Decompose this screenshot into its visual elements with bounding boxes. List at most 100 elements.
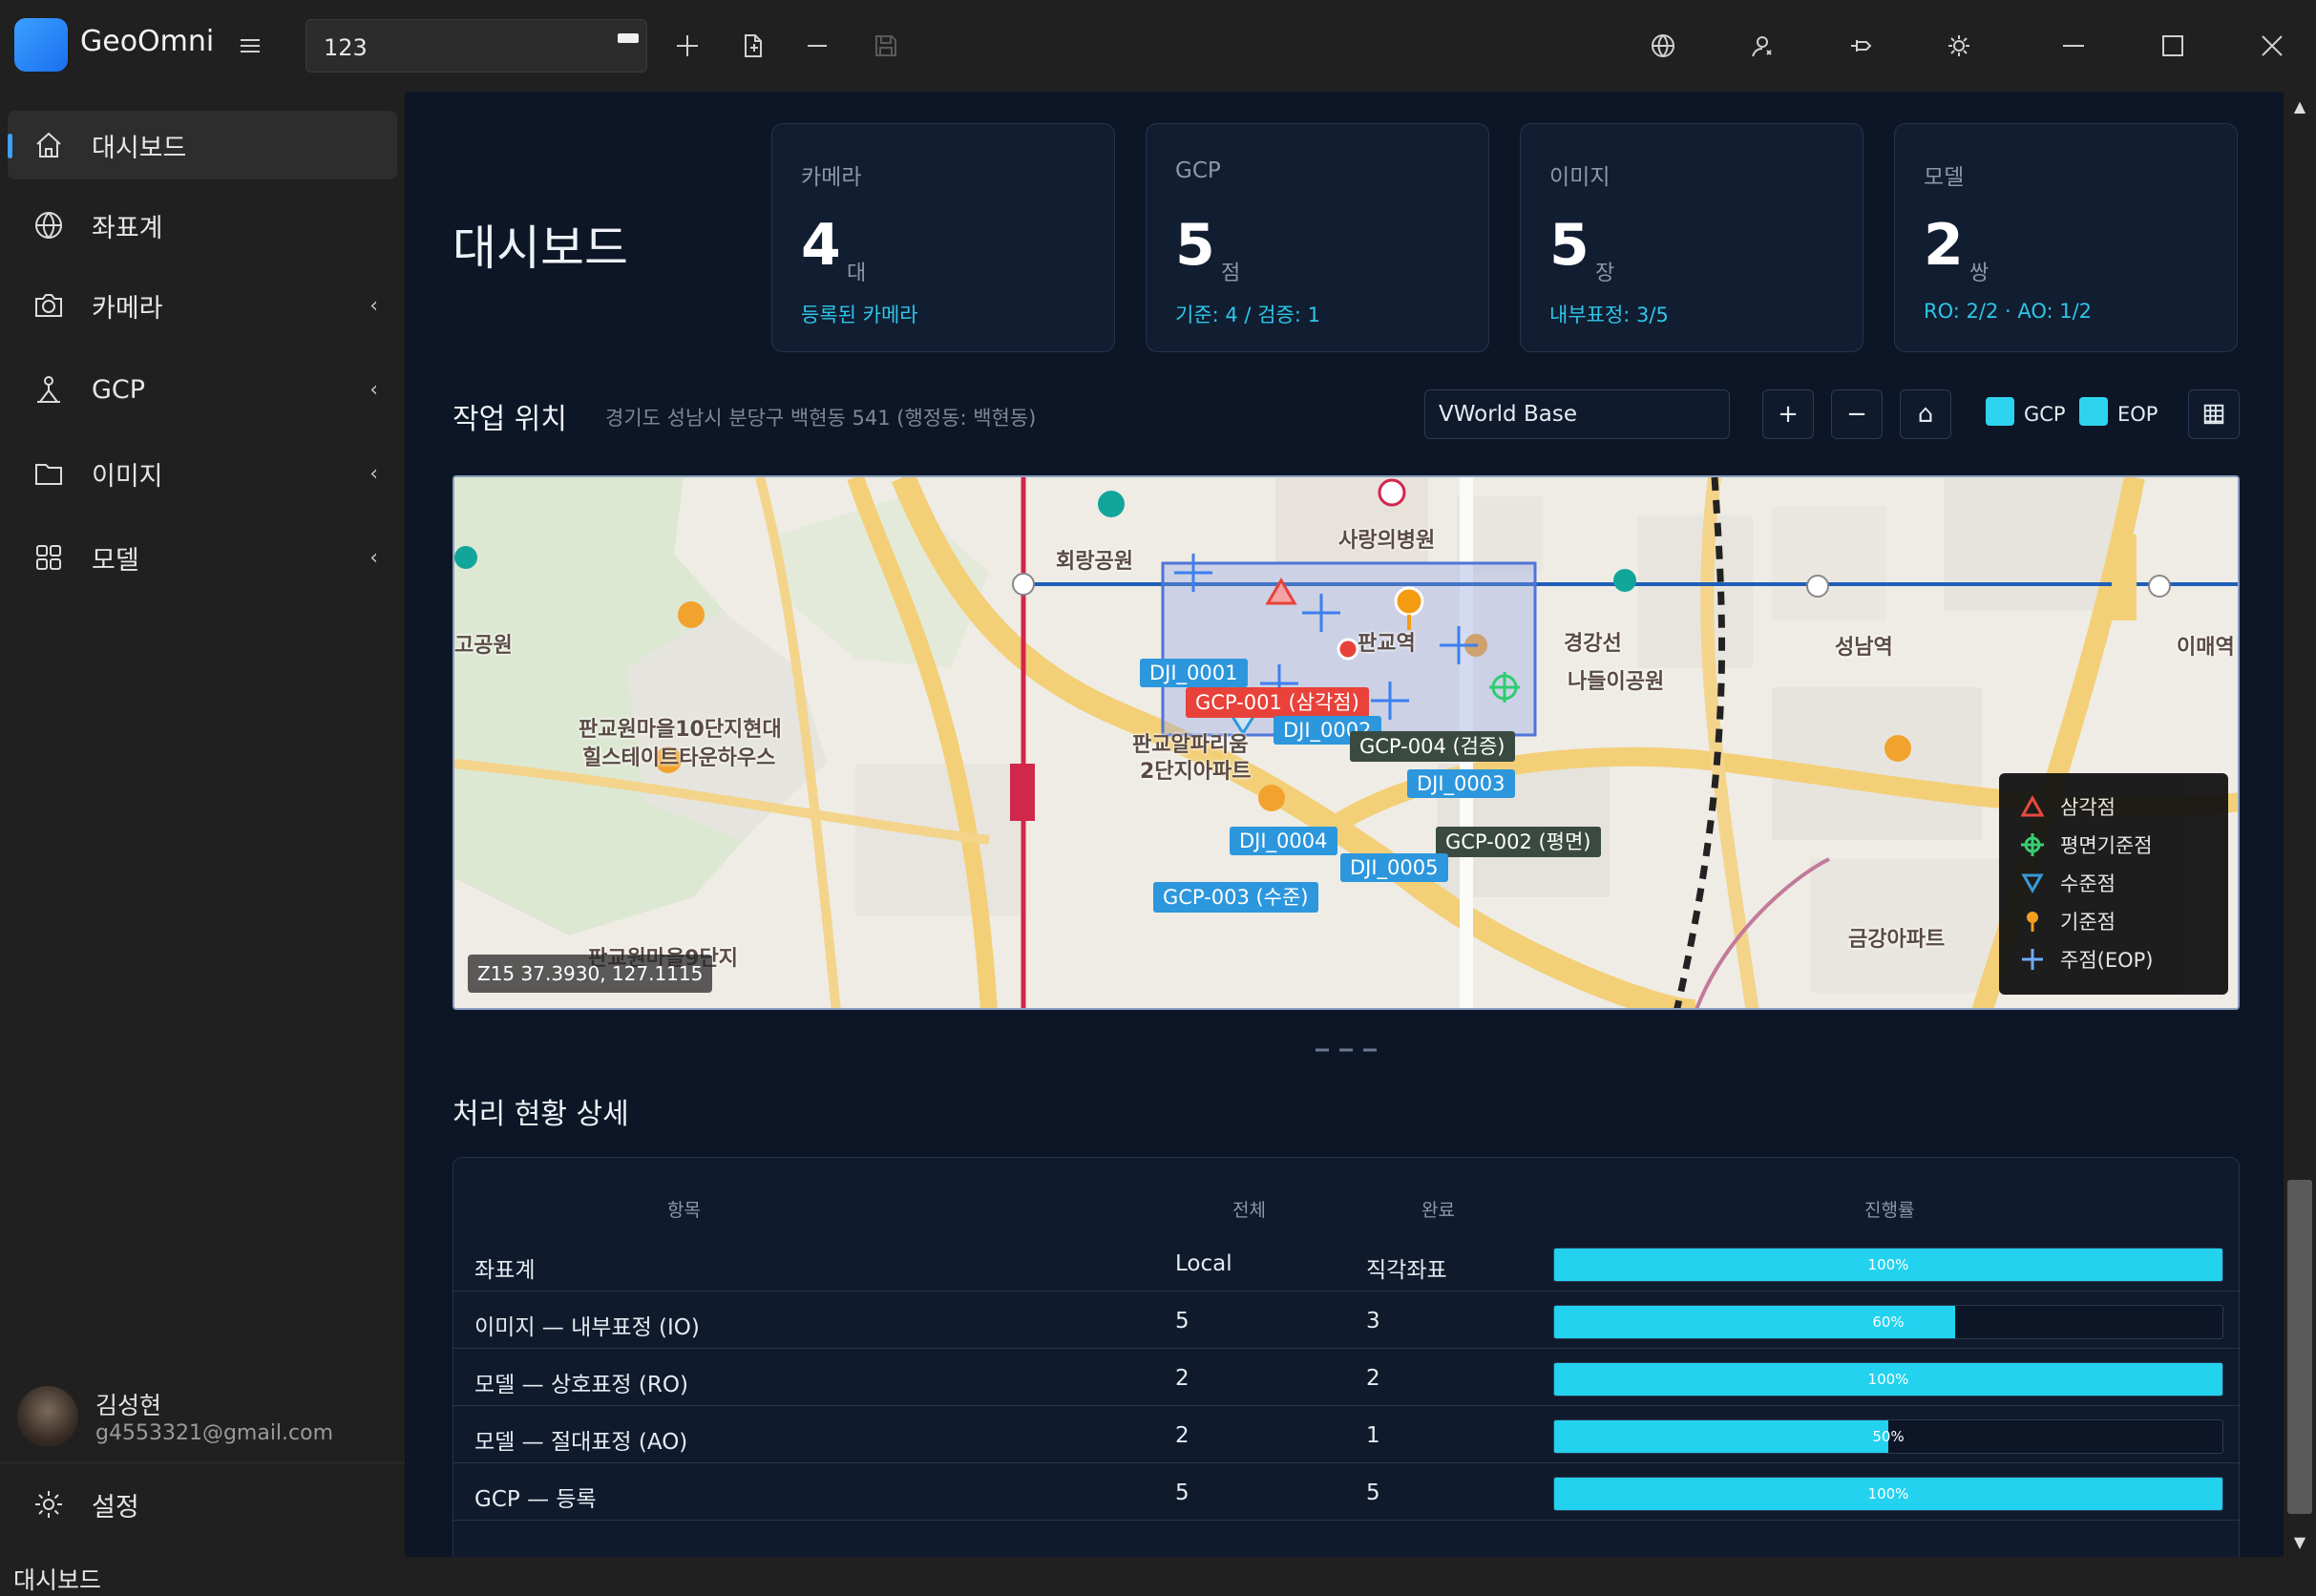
pin-icon[interactable] xyxy=(1839,23,1884,69)
gear-icon xyxy=(35,1491,62,1518)
stat-card-gcp: GCP 5 점 기준: 4 / 검증: 1 xyxy=(1146,123,1489,352)
window-minimize-icon[interactable] xyxy=(2051,23,2096,69)
legend-item: 평면기준점 xyxy=(2020,830,2153,859)
progress-label: 60% xyxy=(1872,1313,1905,1331)
map-legend: 삼각점 평면기준점 수준점 기준점 주점(EOP) xyxy=(1999,773,2228,995)
address-text: 경기도 성남시 분당구 백현동 541 (행정동: 백현동) xyxy=(605,407,1037,430)
sidebar-item-images[interactable]: 이미지 ‹ xyxy=(8,439,397,508)
gcp-tag[interactable]: GCP-001 (삼각점) xyxy=(1186,687,1369,718)
gcp-toggle[interactable] xyxy=(1986,397,2014,426)
gcp-tag[interactable]: GCP-004 (검증) xyxy=(1350,731,1515,762)
zoom-in-button[interactable]: + xyxy=(1762,389,1814,439)
sidebar-item-gcp[interactable]: GCP ‹ xyxy=(8,355,397,424)
sidebar-item-label: 모델 xyxy=(92,545,139,576)
globe-icon[interactable] xyxy=(1640,23,1686,69)
save-icon[interactable] xyxy=(863,23,909,69)
cell-item: 이미지 — 내부표정 (IO) xyxy=(474,1315,700,1340)
cell-done: 5 xyxy=(1366,1480,1380,1505)
vertical-scrollbar[interactable]: ▲ ▼ xyxy=(2284,92,2316,1557)
progress-bar: 100% xyxy=(1553,1362,2223,1396)
card-value: 5 xyxy=(1549,212,1590,279)
folder-icon xyxy=(35,464,62,485)
gcp-icon xyxy=(37,376,60,403)
sidebar-item-models[interactable]: 모델 ‹ xyxy=(8,523,397,592)
zoom-out-button[interactable]: − xyxy=(1831,389,1883,439)
eop-tag[interactable]: DJI_0004 xyxy=(1230,827,1337,855)
profile-icon[interactable] xyxy=(1739,23,1785,69)
minimize-icon[interactable] xyxy=(794,23,840,69)
cell-item: 좌표계 xyxy=(474,1258,536,1283)
cell-total: 5 xyxy=(1175,1480,1190,1505)
cell-done: 직각좌표 xyxy=(1366,1258,1447,1283)
new-file-icon[interactable] xyxy=(729,23,775,69)
app-logo xyxy=(14,18,68,72)
map-label: 금강아파트 xyxy=(1848,928,1946,952)
map-label: 사랑의병원 xyxy=(1338,529,1436,553)
gcp-tag[interactable]: GCP-002 (평면) xyxy=(1436,827,1601,857)
scroll-down-icon[interactable]: ▼ xyxy=(2289,1533,2310,1551)
plus-icon[interactable] xyxy=(664,23,710,69)
map-label: 나들이공원 xyxy=(1568,670,1665,694)
map-view[interactable]: 회랑공원 사랑의병원 판교역 경강선 성남역 이매역 나들이공원 판교원마을10… xyxy=(453,475,2240,1010)
stat-card-camera: 카메라 4 대 등록된 카메라 xyxy=(771,123,1115,352)
card-value: 5 xyxy=(1175,212,1215,279)
inverted-triangle-icon xyxy=(2021,873,2044,894)
scroll-up-icon[interactable]: ▲ xyxy=(2289,97,2310,116)
card-value: 2 xyxy=(1924,212,1964,279)
status-text: 대시보드 xyxy=(13,1566,102,1594)
chevron-left-icon[interactable]: ‹ xyxy=(369,546,378,570)
eop-tag[interactable]: DJI_0003 xyxy=(1407,769,1515,798)
cell-item: GCP — 등록 xyxy=(474,1487,597,1512)
resize-handle[interactable] xyxy=(1316,1048,1377,1052)
sidebar-item-coordinate-system[interactable]: 좌표계 xyxy=(8,191,397,260)
section-title-location: 작업 위치 xyxy=(453,403,567,436)
coordinate-readout: Z15 37.3930, 127.1115 xyxy=(468,955,713,993)
sidebar-item-label: 좌표계 xyxy=(92,213,163,243)
progress-bar: 100% xyxy=(1553,1477,2223,1511)
cell-total: 2 xyxy=(1175,1423,1190,1448)
active-indicator xyxy=(8,134,12,158)
menu-icon[interactable] xyxy=(227,23,273,69)
collapse-icon[interactable] xyxy=(618,33,639,43)
stat-card-models: 모델 2 쌍 RO: 2/2 · AO: 1/2 xyxy=(1894,123,2238,352)
eop-tag[interactable]: DJI_0005 xyxy=(1340,853,1448,882)
card-subtitle: RO: 2/2 · AO: 1/2 xyxy=(1924,300,2093,323)
project-selector[interactable]: 123 xyxy=(305,19,647,73)
stat-card-images: 이미지 5 장 내부표정: 3/5 xyxy=(1520,123,1863,352)
theme-icon[interactable] xyxy=(1936,23,1982,69)
sidebar-item-camera[interactable]: 카메라 ‹ xyxy=(8,271,397,340)
legend-item: 주점(EOP) xyxy=(2020,945,2154,974)
table-view-button[interactable] xyxy=(2188,389,2240,439)
table-icon xyxy=(2203,404,2224,425)
triangle-icon xyxy=(2020,794,2045,817)
eop-tag[interactable]: DJI_0001 xyxy=(1140,659,1248,687)
cell-done: 2 xyxy=(1366,1366,1380,1391)
scrollbar-thumb[interactable] xyxy=(2287,1180,2312,1514)
cell-item: 모델 — 상호표정 (RO) xyxy=(474,1373,688,1397)
sidebar-item-settings[interactable]: 설정 xyxy=(8,1470,397,1539)
card-title: 모델 xyxy=(1924,165,1965,190)
chevron-left-icon[interactable]: ‹ xyxy=(369,462,378,486)
basemap-select[interactable]: VWorld Base xyxy=(1424,389,1730,439)
home-view-button[interactable]: ⌂ xyxy=(1900,389,1951,439)
avatar[interactable] xyxy=(17,1386,78,1447)
progress-bar: 50% xyxy=(1553,1419,2223,1454)
eop-toggle[interactable] xyxy=(2079,397,2108,426)
cell-done: 1 xyxy=(1366,1423,1380,1448)
window-close-icon[interactable] xyxy=(2249,23,2295,69)
legend-label: 평면기준점 xyxy=(2060,834,2153,857)
chevron-left-icon[interactable]: ‹ xyxy=(369,294,378,318)
map-label: 경강선 xyxy=(1564,632,1622,656)
cell-item: 모델 — 절대표정 (AO) xyxy=(474,1430,688,1455)
card-subtitle: 내부표정: 3/5 xyxy=(1549,304,1669,326)
globe-icon xyxy=(35,212,62,239)
sidebar-item-dashboard[interactable]: 대시보드 xyxy=(8,111,397,179)
gcp-tag[interactable]: GCP-003 (수준) xyxy=(1153,882,1318,913)
project-name: 123 xyxy=(324,34,368,61)
window-maximize-icon[interactable] xyxy=(2150,23,2196,69)
section-title-details: 처리 현황 상세 xyxy=(453,1098,629,1131)
progress-label: 100% xyxy=(1867,1371,1909,1388)
chevron-left-icon[interactable]: ‹ xyxy=(369,378,378,402)
card-unit: 대 xyxy=(847,262,867,285)
card-title: GCP xyxy=(1175,158,1221,183)
